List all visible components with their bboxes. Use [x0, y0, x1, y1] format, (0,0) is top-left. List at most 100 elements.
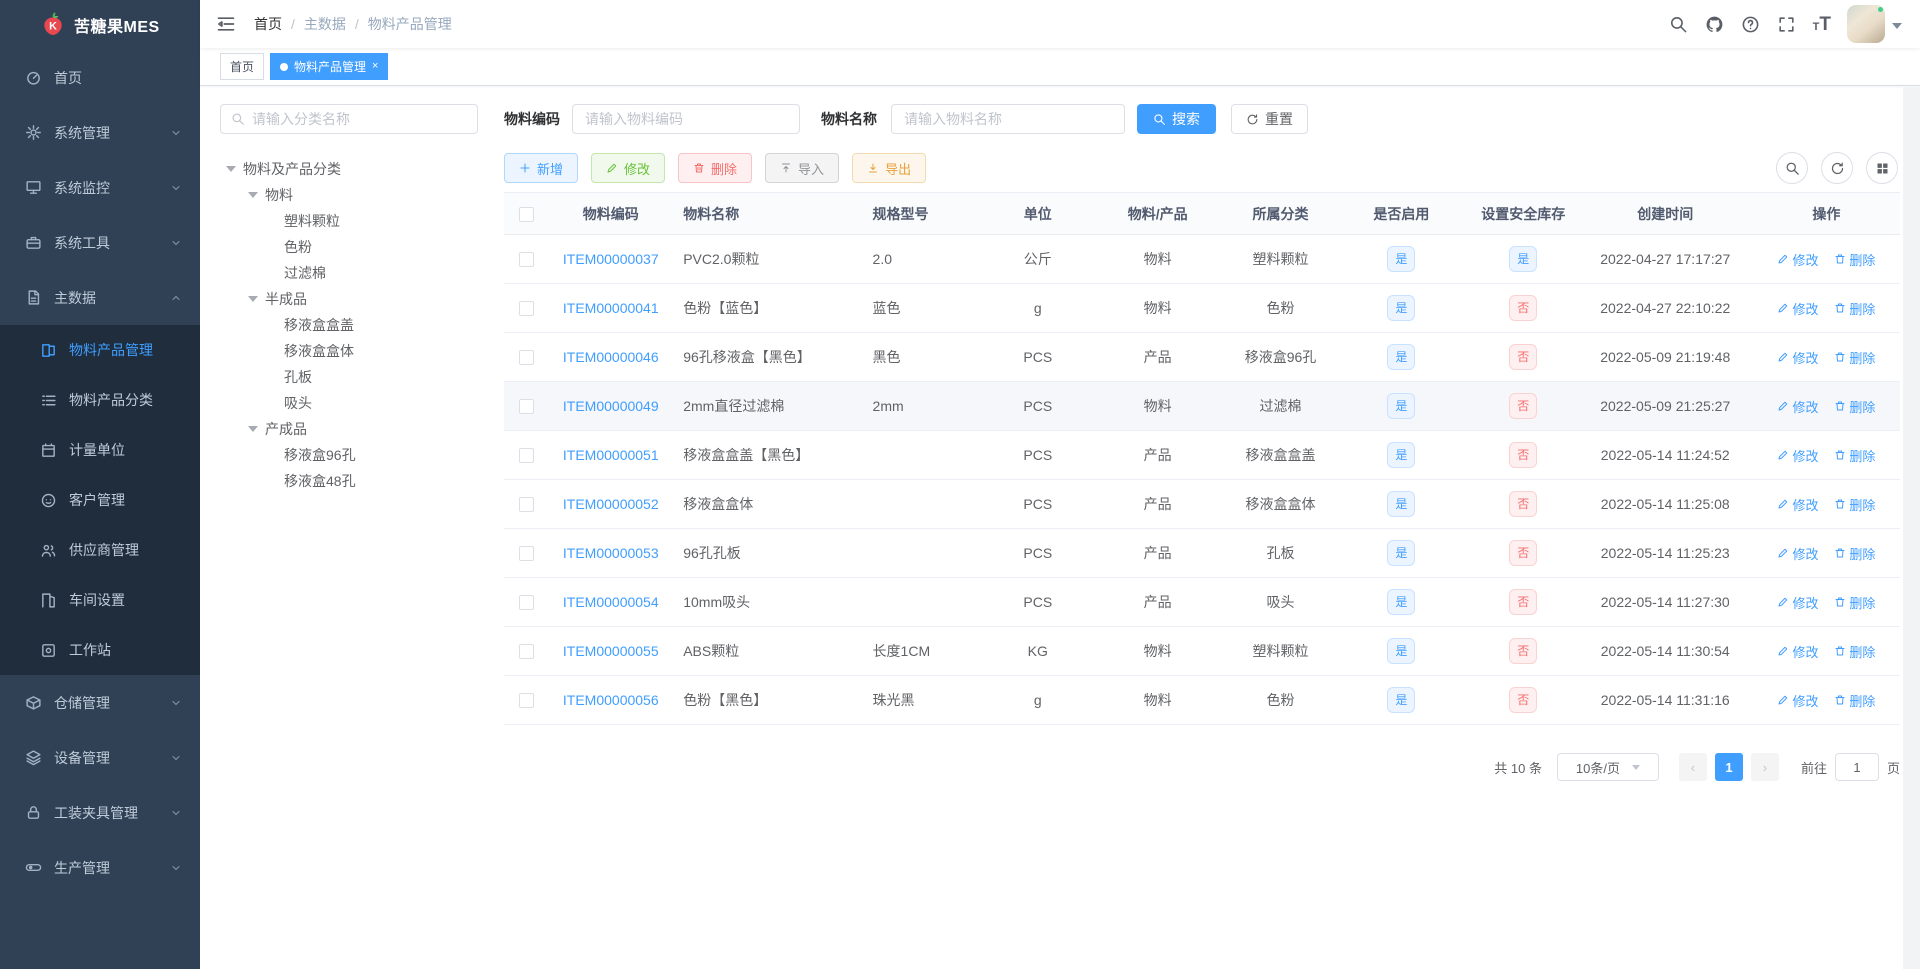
item-code-link[interactable]: ITEM00000055 — [563, 643, 659, 659]
table-row[interactable]: ITEM00000054 10mm吸头 PCS 产品 吸头 是 否 2022-0… — [504, 577, 1900, 627]
row-edit-link[interactable]: 修改 — [1777, 544, 1818, 563]
row-checkbox[interactable] — [518, 301, 534, 317]
hamburger-collapse-icon[interactable] — [216, 14, 236, 34]
prev-page-button[interactable]: ‹ — [1678, 753, 1707, 781]
sidebar-item-supplier-mgmt[interactable]: 供应商管理 — [0, 525, 200, 575]
material-code-input[interactable] — [572, 104, 800, 134]
table-row[interactable]: ITEM00000056 色粉【黑色】 珠光黑 g 物料 色粉 是 否 2022… — [504, 675, 1900, 725]
category-search-input[interactable] — [252, 111, 467, 127]
item-code-link[interactable]: ITEM00000041 — [563, 300, 659, 316]
row-checkbox[interactable] — [518, 546, 534, 562]
row-edit-link[interactable]: 修改 — [1777, 691, 1818, 710]
item-code-link[interactable]: ITEM00000049 — [563, 398, 659, 414]
table-row[interactable]: ITEM00000049 2mm直径过滤棉 2mm PCS 物料 过滤棉 是 否… — [504, 381, 1900, 431]
sidebar-item-warehouse-mgmt[interactable]: 仓储管理 — [0, 675, 200, 730]
sidebar-item-system-tools[interactable]: 系统工具 — [0, 215, 200, 270]
tree-node[interactable]: 塑料颗粒 — [220, 208, 478, 234]
sidebar-item-measure-unit[interactable]: 计量单位 — [0, 425, 200, 475]
tree-node[interactable]: 吸头 — [220, 390, 478, 416]
sidebar-item-home[interactable]: 首页 — [0, 50, 200, 105]
sidebar-item-equipment-mgmt[interactable]: 设备管理 — [0, 730, 200, 785]
category-search-box[interactable] — [220, 104, 478, 134]
row-checkbox[interactable] — [518, 350, 534, 366]
row-delete-link[interactable]: 删除 — [1834, 250, 1875, 269]
tree-node[interactable]: 移液盒盒盖 — [220, 312, 478, 338]
sidebar-item-system-admin[interactable]: 系统管理 — [0, 105, 200, 160]
item-code-link[interactable]: ITEM00000052 — [563, 496, 659, 512]
page-scrollbar[interactable] — [1903, 87, 1920, 969]
table-row[interactable]: ITEM00000055 ABS颗粒 长度1CM KG 物料 塑料颗粒 是 否 … — [504, 626, 1900, 676]
row-delete-link[interactable]: 删除 — [1834, 446, 1875, 465]
sidebar-item-workshop-settings[interactable]: 车间设置 — [0, 575, 200, 625]
row-checkbox[interactable] — [518, 399, 534, 415]
row-edit-link[interactable]: 修改 — [1777, 348, 1818, 367]
sidebar-item-workstation[interactable]: 工作站 — [0, 625, 200, 675]
avatar-caret-down-icon[interactable] — [1892, 22, 1902, 34]
item-code-link[interactable]: ITEM00000056 — [563, 692, 659, 708]
item-code-link[interactable]: ITEM00000054 — [563, 594, 659, 610]
breadcrumb-home[interactable]: 首页 — [254, 14, 282, 34]
tree-node[interactable]: 移液盒48孔 — [220, 468, 478, 494]
sidebar-item-material-product-category[interactable]: 物料产品分类 — [0, 375, 200, 425]
item-code-link[interactable]: ITEM00000051 — [563, 447, 659, 463]
tree-node[interactable]: 半成品 — [220, 286, 478, 312]
row-edit-link[interactable]: 修改 — [1777, 593, 1818, 612]
toggle-search-button[interactable] — [1776, 152, 1808, 184]
import-button[interactable]: 导入 — [765, 153, 840, 183]
tab-home[interactable]: 首页 — [220, 53, 265, 80]
material-name-input[interactable] — [891, 104, 1125, 134]
fullscreen-icon[interactable] — [1777, 15, 1796, 34]
tree-node[interactable]: 过滤棉 — [220, 260, 478, 286]
row-edit-link[interactable]: 修改 — [1777, 642, 1818, 661]
tree-node[interactable]: 物料及产品分类 — [220, 156, 478, 182]
row-delete-link[interactable]: 删除 — [1834, 691, 1875, 710]
tree-node[interactable]: 孔板 — [220, 364, 478, 390]
row-checkbox[interactable] — [518, 252, 534, 268]
table-row[interactable]: ITEM00000053 96孔孔板 PCS 产品 孔板 是 否 2022-05… — [504, 528, 1900, 578]
row-delete-link[interactable]: 删除 — [1834, 544, 1875, 563]
tree-node[interactable]: 移液盒盒体 — [220, 338, 478, 364]
select-all-checkbox[interactable] — [518, 206, 534, 222]
edit-button[interactable]: 修改 — [591, 153, 666, 183]
table-row[interactable]: ITEM00000051 移液盒盒盖【黑色】 PCS 产品 移液盒盒盖 是 否 … — [504, 430, 1900, 480]
tab-material-product-mgmt[interactable]: 物料产品管理 × — [270, 53, 389, 80]
row-checkbox[interactable] — [518, 644, 534, 660]
table-row[interactable]: ITEM00000037 PVC2.0颗粒 2.0 公斤 物料 塑料颗粒 是 是… — [504, 234, 1900, 284]
column-settings-button[interactable] — [1866, 152, 1898, 184]
item-code-link[interactable]: ITEM00000046 — [563, 349, 659, 365]
github-icon[interactable] — [1705, 15, 1724, 34]
tree-node[interactable]: 产成品 — [220, 416, 478, 442]
row-checkbox[interactable] — [518, 595, 534, 611]
tree-node[interactable]: 物料 — [220, 182, 478, 208]
table-row[interactable]: ITEM00000052 移液盒盒体 PCS 产品 移液盒盒体 是 否 2022… — [504, 479, 1900, 529]
add-button[interactable]: 新增 — [504, 153, 579, 183]
search-button[interactable]: 搜索 — [1137, 104, 1216, 134]
caret-down-icon[interactable] — [226, 166, 236, 177]
tree-node[interactable]: 色粉 — [220, 234, 478, 260]
item-code-link[interactable]: ITEM00000053 — [563, 545, 659, 561]
row-delete-link[interactable]: 删除 — [1834, 495, 1875, 514]
page-size-select[interactable]: 10条/页 — [1556, 753, 1659, 781]
tab-close-icon[interactable]: × — [372, 61, 378, 72]
sidebar-item-master-data[interactable]: 主数据 — [0, 270, 200, 325]
row-checkbox[interactable] — [518, 448, 534, 464]
goto-page-input[interactable] — [1834, 753, 1879, 781]
row-delete-link[interactable]: 删除 — [1834, 593, 1875, 612]
table-row[interactable]: ITEM00000041 色粉【蓝色】 蓝色 g 物料 色粉 是 否 2022-… — [504, 283, 1900, 333]
sidebar-item-material-product-mgmt[interactable]: 物料产品管理 — [0, 325, 200, 375]
sidebar-item-customer-mgmt[interactable]: 客户管理 — [0, 475, 200, 525]
export-button[interactable]: 导出 — [852, 153, 927, 183]
breadcrumb-section[interactable]: 主数据 — [304, 14, 346, 34]
table-row[interactable]: ITEM00000046 96孔移液盒【黑色】 黑色 PCS 产品 移液盒96孔… — [504, 332, 1900, 382]
app-logo[interactable]: K 苦糖果MES — [0, 0, 200, 50]
row-checkbox[interactable] — [518, 497, 534, 513]
item-code-link[interactable]: ITEM00000037 — [563, 251, 659, 267]
next-page-button[interactable]: › — [1750, 753, 1779, 781]
row-delete-link[interactable]: 删除 — [1834, 299, 1875, 318]
caret-down-icon[interactable] — [248, 426, 258, 437]
sidebar-item-production-mgmt[interactable]: 生产管理 — [0, 840, 200, 895]
user-avatar[interactable] — [1847, 5, 1885, 43]
font-size-icon[interactable]: TT — [1813, 15, 1831, 34]
row-delete-link[interactable]: 删除 — [1834, 397, 1875, 416]
row-edit-link[interactable]: 修改 — [1777, 495, 1818, 514]
